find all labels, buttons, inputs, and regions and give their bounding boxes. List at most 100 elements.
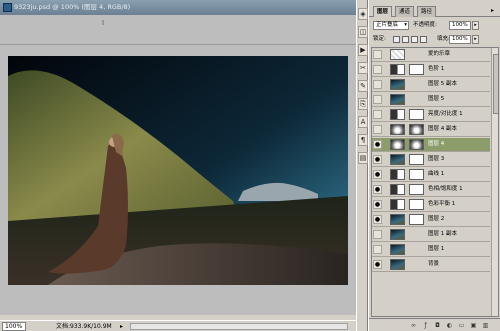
layer-thumbnail[interactable] [390, 169, 405, 180]
actions-icon[interactable]: ▶ [358, 44, 368, 56]
paragraph-icon[interactable]: ¶ [358, 134, 368, 146]
layer-mask-thumbnail[interactable] [409, 64, 424, 75]
layer-row[interactable]: 图层 1 [372, 243, 490, 257]
opacity-slider-icon[interactable]: ▸ [472, 21, 479, 30]
layer-thumbnail[interactable] [390, 124, 405, 135]
new-group-icon[interactable]: ▭ [457, 321, 466, 330]
layer-mask-thumbnail[interactable] [409, 199, 424, 210]
tools-icon[interactable]: ✂ [358, 62, 368, 74]
layer-mask-thumbnail[interactable] [409, 109, 424, 120]
layer-row[interactable]: 图层 4 副本 [372, 123, 490, 137]
layer-name: 图层 1 [428, 246, 445, 252]
layer-row[interactable]: ● 图层 4 [372, 138, 490, 152]
layer-row[interactable]: 图层 5 副本 [372, 78, 490, 92]
panel-menu-icon[interactable]: ▸ [488, 7, 497, 15]
layer-name: 图层 1 副本 [428, 231, 457, 237]
layer-mask-thumbnail[interactable] [409, 139, 424, 150]
lock-pixels-icon[interactable] [402, 36, 409, 43]
tab-channels[interactable]: 通道 [395, 6, 415, 17]
lock-all-icon[interactable] [420, 36, 427, 43]
visibility-eye-icon[interactable]: ● [373, 170, 382, 179]
visibility-eye-icon[interactable] [373, 245, 382, 254]
visibility-eye-icon[interactable] [373, 110, 382, 119]
layer-name: 曲线 1 [428, 171, 445, 177]
layer-thumbnail[interactable] [390, 259, 405, 270]
layer-mask-thumbnail[interactable] [409, 169, 424, 180]
fill-field[interactable]: 100% [449, 35, 471, 44]
visibility-eye-icon[interactable]: ● [373, 155, 382, 164]
visibility-eye-icon[interactable] [373, 80, 382, 89]
document-size-info: 文档:933.9K/10.9M [56, 323, 112, 330]
lock-transparency-icon[interactable] [393, 36, 400, 43]
layer-thumbnail[interactable] [390, 94, 405, 105]
navigator-icon[interactable]: ◈ [358, 8, 368, 20]
layer-list-scrollbar[interactable] [491, 48, 498, 316]
tab-paths[interactable]: 路径 [417, 6, 437, 17]
layer-row[interactable]: ● 图层 3 [372, 153, 490, 167]
visibility-eye-icon[interactable]: ● [373, 215, 382, 224]
layer-thumbnail[interactable] [390, 244, 405, 255]
scrollbar-thumb[interactable] [493, 54, 498, 114]
visibility-eye-icon[interactable]: ● [373, 140, 382, 149]
layer-thumbnail[interactable] [390, 49, 405, 60]
document-titlebar[interactable]: 9323ju.psd @ 100% (图层 4, RGB/8) [0, 0, 356, 15]
visibility-eye-icon[interactable] [373, 65, 382, 74]
fill-slider-icon[interactable]: ▸ [472, 35, 479, 44]
layer-row[interactable]: ● 色彩平衡 1 [372, 198, 490, 212]
layer-thumbnail[interactable] [390, 109, 405, 120]
visibility-eye-icon[interactable]: ● [373, 260, 382, 269]
canvas-image[interactable] [8, 56, 348, 285]
brush-icon[interactable]: ✎ [358, 80, 368, 92]
status-menu-arrow-icon[interactable]: ▸ [120, 321, 123, 331]
delete-layer-icon[interactable]: ▥ [481, 321, 490, 330]
history-icon[interactable]: ◫ [358, 26, 368, 38]
layer-name: 图层 4 [428, 141, 445, 147]
visibility-eye-icon[interactable] [373, 230, 382, 239]
layer-row[interactable]: 图层 1 副本 [372, 228, 490, 242]
layer-thumbnail[interactable] [390, 199, 405, 210]
visibility-eye-icon[interactable] [373, 50, 382, 59]
layer-thumbnail[interactable] [390, 64, 405, 75]
visibility-eye-icon[interactable] [373, 125, 382, 134]
visibility-eye-icon[interactable] [373, 95, 382, 104]
layer-row[interactable]: ● 背景 [372, 258, 490, 272]
layer-thumbnail[interactable] [390, 184, 405, 195]
text-icon[interactable]: A [358, 116, 368, 128]
layer-row[interactable]: ● 图层 2 [372, 213, 490, 227]
layer-mask-thumbnail[interactable] [409, 184, 424, 195]
layer-row[interactable]: ● 曲线 1 [372, 168, 490, 182]
layer-mask-thumbnail[interactable] [409, 124, 424, 135]
adjustment-layer-icon[interactable]: ◐ [445, 321, 454, 330]
blend-mode-select[interactable]: 正片叠底 ▾ [373, 21, 409, 30]
opacity-field[interactable]: 100% [449, 21, 471, 30]
visibility-eye-icon[interactable]: ● [373, 185, 382, 194]
layer-thumbnail[interactable] [390, 214, 405, 225]
layer-row[interactable]: 图层 5 [372, 93, 490, 107]
horizontal-scrollbar[interactable] [130, 323, 348, 330]
layer-mask-thumbnail[interactable] [409, 154, 424, 165]
clone-icon[interactable]: ⎘ [358, 98, 368, 110]
new-layer-icon[interactable]: ▣ [469, 321, 478, 330]
layer-row[interactable]: 亮度/对比度 1 [372, 108, 490, 122]
layer-style-icon[interactable]: ƒ [421, 321, 430, 330]
visibility-eye-icon[interactable]: ● [373, 200, 382, 209]
canvas-area[interactable] [0, 45, 356, 315]
layer-thumbnail[interactable] [390, 79, 405, 90]
layer-thumbnail[interactable] [390, 139, 405, 150]
blend-mode-value: 正片叠底 [376, 22, 399, 28]
layer-thumbnail[interactable] [390, 154, 405, 165]
layer-row[interactable]: ● 色相/饱和度 1 [372, 183, 490, 197]
lock-position-icon[interactable] [411, 36, 418, 43]
link-layers-icon[interactable]: ∞ [409, 321, 418, 330]
add-mask-icon[interactable]: ◘ [433, 321, 442, 330]
layer-list: 爱的乐章 色阶 1 图层 5 副本 图层 5 亮度/对比度 1 图层 4 副本 ● 图层 4 ●… [371, 47, 499, 317]
info-icon[interactable]: ▤ [358, 152, 368, 164]
zoom-field[interactable]: 100% [2, 322, 26, 331]
lock-label: 锁定: [373, 36, 386, 42]
layer-thumbnail[interactable] [390, 229, 405, 240]
layer-mask-thumbnail[interactable] [409, 214, 424, 225]
layer-row[interactable]: 爱的乐章 [372, 48, 490, 62]
tab-layers[interactable]: 图层 [373, 6, 393, 17]
layer-row[interactable]: 色阶 1 [372, 63, 490, 77]
photoshop-doc-icon [3, 3, 12, 12]
